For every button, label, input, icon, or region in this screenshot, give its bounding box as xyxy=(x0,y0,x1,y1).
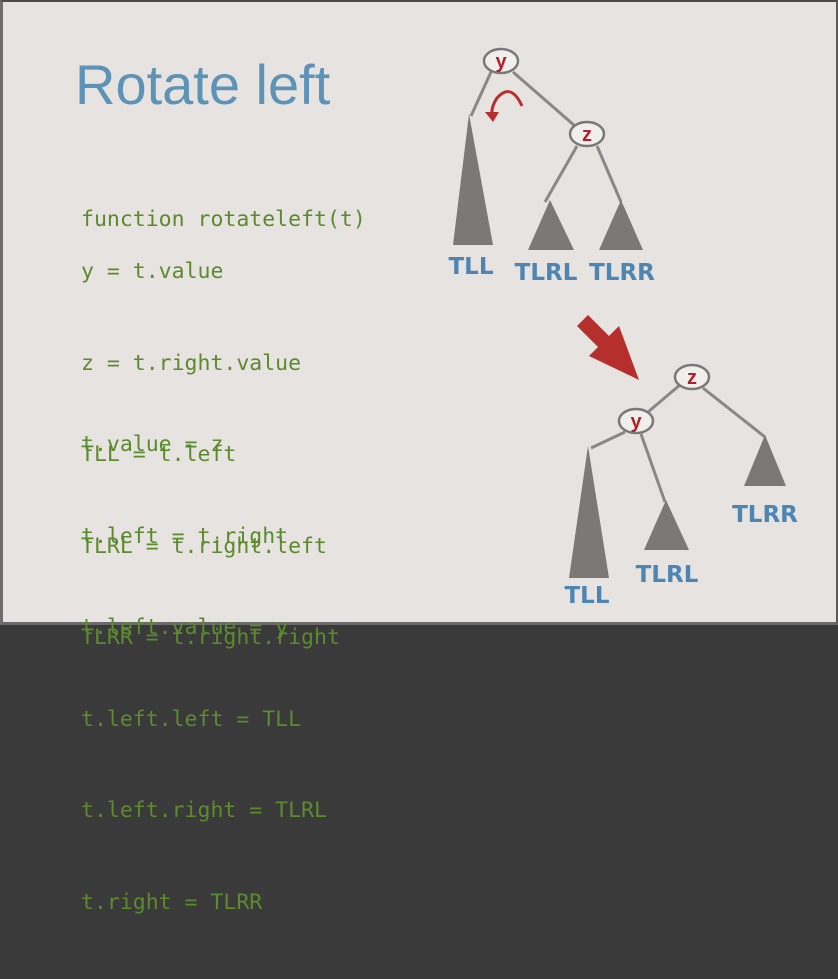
rotation-arrowhead-icon xyxy=(485,112,499,122)
subtree-tlrl-triangle xyxy=(644,500,689,550)
node-y-label: y xyxy=(630,411,642,433)
node-z-label: z xyxy=(687,367,697,389)
label-tlrr: TLRR xyxy=(589,260,655,286)
rotation-arrow-icon xyxy=(490,90,524,116)
edge xyxy=(469,71,493,117)
transform-arrow-icon xyxy=(577,315,639,380)
subtree-tlrr-triangle xyxy=(744,435,786,486)
code-line: t.left.left = TLL xyxy=(81,706,302,732)
edge xyxy=(647,382,682,414)
edge xyxy=(639,433,667,503)
code-line: t.left.right = TLRL xyxy=(81,798,327,823)
node-z-label: z xyxy=(582,124,592,146)
label-tlrr: TLRR xyxy=(732,502,798,528)
node-y-label: y xyxy=(495,51,507,73)
label-tll: TLL xyxy=(564,583,609,609)
edge xyxy=(590,430,626,450)
subtree-tlrl-triangle xyxy=(528,200,574,250)
edge xyxy=(543,145,579,203)
tree-after: z y TLL TLRL TLRR xyxy=(564,363,798,609)
subtree-tll-triangle xyxy=(569,446,609,578)
edge xyxy=(595,145,623,203)
tree-before: y z TLL TLRL TLRR xyxy=(448,47,655,286)
edge xyxy=(702,386,766,439)
edge xyxy=(512,70,576,128)
code-line: t.right = TLRR xyxy=(81,889,263,915)
slide: Rotate left function rotateleft(t) y = t… xyxy=(0,0,838,915)
label-tlrl: TLRL xyxy=(515,260,578,286)
subtree-tll-triangle xyxy=(453,114,493,245)
subtree-tlrr-triangle xyxy=(599,200,643,250)
label-tll: TLL xyxy=(448,254,493,280)
label-tlrl: TLRL xyxy=(636,562,699,588)
rotation-diagram: y z TLL TLRL TLRR z y TLL TLRL TLRR xyxy=(448,47,798,609)
